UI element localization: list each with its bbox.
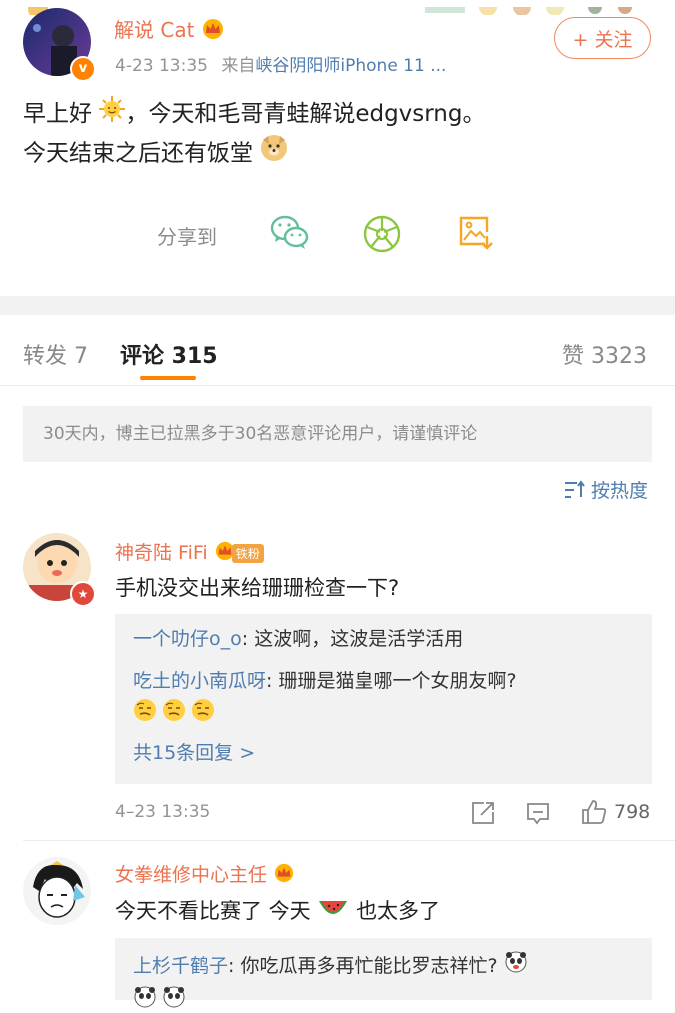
post-time: 4-23 13:35 [115, 56, 208, 76]
commenter-badge: ★ [70, 581, 96, 607]
comment-text-part2: 也太多了 [356, 899, 441, 923]
moments-icon[interactable] [362, 214, 402, 258]
smirk-emoji-icon [191, 698, 215, 726]
comment-separator [23, 840, 675, 841]
reply-text: : 你吃瓜再多再忙能比罗志祥忙? [228, 955, 498, 977]
commenter-avatar[interactable] [23, 857, 91, 925]
post-meta: 4-23 13:35 来自峡谷阴阳师iPhone 11 ... [115, 51, 446, 76]
comment-text-part1: 今天不看比赛了 今天 [115, 899, 311, 923]
post-text-part1: 早上好 [23, 101, 92, 127]
source-prefix: 来自 [221, 56, 256, 76]
tabs-divider [0, 385, 675, 386]
wechat-icon[interactable] [270, 214, 310, 256]
reply-icon[interactable] [525, 800, 551, 830]
reply-text: : 珊珊是猫皇哪一个女朋友啊? [266, 670, 517, 692]
sort-icon [563, 480, 585, 505]
panda-emoji-icon [504, 950, 528, 983]
sort-by-hotness[interactable]: 按热度 [563, 476, 648, 505]
comment-time: 4–23 13:35 [115, 802, 211, 822]
reply-text: : 这波啊，这波是活学活用 [241, 628, 464, 650]
tab-active-indicator [140, 376, 196, 380]
reply-item: 吃土的小南瓜呀: 珊珊是猫皇哪一个女朋友啊? [133, 666, 634, 696]
comment-text: 今天不看比赛了 今天 也太多了 [115, 895, 440, 928]
crown-icon [273, 863, 295, 888]
reply-preview-box[interactable]: 上杉千鹤子: 你吃瓜再多再忙能比罗志祥忙? [115, 938, 652, 1008]
reply-item: 一个叻仔o_o: 这波啊，这波是活学活用 [133, 624, 634, 654]
sort-label: 按热度 [591, 480, 649, 502]
reply-user[interactable]: 上杉千鹤子 [133, 955, 228, 977]
comment-author-name[interactable]: 女拳维修中心主任 [115, 860, 295, 888]
reply-user[interactable]: 一个叻仔o_o [133, 628, 242, 650]
like-count: 798 [614, 801, 651, 823]
panda-emoji-icon [162, 985, 186, 1013]
verified-badge: v [70, 56, 96, 82]
watermelon-emoji-icon [317, 897, 349, 928]
section-divider [0, 296, 675, 315]
reply-emojis [133, 985, 634, 1013]
smirk-emoji-icon [162, 698, 186, 726]
smirk-emoji-icon [133, 698, 157, 726]
sun-emoji-icon [99, 95, 126, 134]
post-text-part2: ，今天和毛哥青蛙解说edgvsrng。 [125, 101, 486, 127]
reply-item: 上杉千鹤子: 你吃瓜再多再忙能比罗志祥忙? [133, 950, 634, 983]
share-icon[interactable] [470, 800, 496, 830]
tab-likes[interactable]: 赞 3323 [562, 338, 647, 370]
follow-button[interactable]: + 关注 [554, 17, 651, 59]
tab-repost[interactable]: 转发 7 [23, 338, 88, 370]
reply-emojis [133, 698, 634, 726]
blocking-notice: 30天内，博主已拉黑多于30名恶意评论用户，请谨慎评论 [23, 406, 652, 462]
author-name[interactable]: 解说 Cat [114, 14, 225, 45]
panda-emoji-icon [133, 985, 157, 1013]
comment-author-name[interactable]: 神奇陆 FiFi 铁粉 [115, 538, 264, 566]
reply-user[interactable]: 吃土的小南瓜呀 [133, 670, 266, 692]
comment-text: 手机没交出来给珊珊检查一下? [115, 576, 400, 600]
like-icon[interactable] [580, 798, 608, 830]
crown-icon [201, 18, 225, 45]
post-text: 早上好 ，今天和毛哥青蛙解说edgvsrng。 今天结束之后还有饭堂 [23, 95, 486, 174]
reply-preview-box[interactable]: 一个叻仔o_o: 这波啊，这波是活学活用 吃土的小南瓜呀: 珊珊是猫皇哪一个女朋… [115, 614, 652, 784]
doge-emoji-icon [260, 134, 288, 174]
save-image-icon[interactable] [457, 214, 495, 256]
share-label: 分享到 [157, 225, 217, 249]
fan-badge: 铁粉 [231, 544, 264, 563]
more-replies-link[interactable]: 共15条回复 > [133, 738, 634, 765]
post-source[interactable]: 峡谷阴阳师iPhone 11 ... [255, 56, 446, 76]
post-text-line2: 今天结束之后还有饭堂 [23, 140, 253, 166]
header-decoration [0, 0, 675, 19]
tab-comments[interactable]: 评论 315 [120, 338, 218, 370]
